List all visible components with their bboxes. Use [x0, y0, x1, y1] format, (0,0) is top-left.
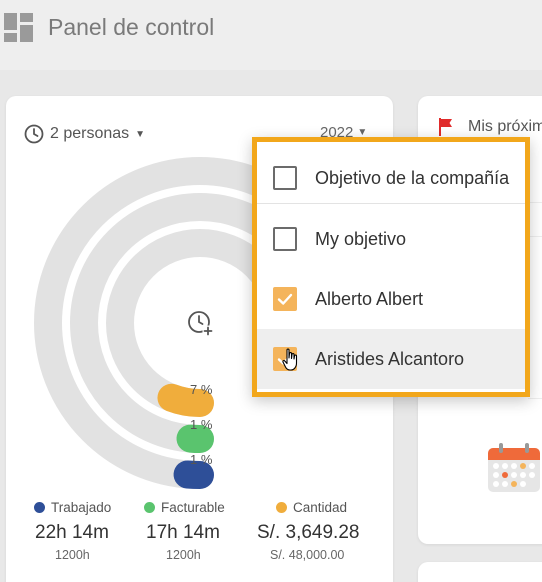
legend-label: Trabajado [51, 500, 112, 515]
flag-icon [439, 118, 452, 136]
divider [528, 202, 542, 203]
option-objetivo-compania[interactable]: Objetivo de la compañía [257, 148, 525, 208]
stat-target-trabajado: 1200h [55, 548, 90, 562]
pct-label-trabajado: 1 % [190, 452, 213, 467]
checkbox-icon[interactable] [273, 166, 297, 190]
legend-dot [144, 502, 155, 513]
secondary-card [418, 562, 542, 582]
clock-plus-icon [188, 311, 214, 337]
divider [528, 398, 542, 399]
divider [257, 203, 525, 204]
legend-dot [34, 502, 45, 513]
legend-dot [276, 502, 287, 513]
calendar-icon [488, 443, 540, 492]
option-label: My objetivo [315, 228, 407, 249]
stat-value-cantidad: S/. 3,649.28 [257, 522, 360, 543]
legend-label: Cantidad [293, 500, 348, 515]
upcoming-title: Mis próxim [468, 118, 542, 135]
pct-label-facturable: 1 % [190, 417, 213, 432]
checkbox-icon[interactable] [273, 287, 297, 311]
hand-cursor-icon [282, 348, 298, 371]
page-title: Panel de control [48, 14, 215, 40]
stat-value-trabajado: 22h 14m [35, 522, 109, 543]
ring-value-trabajado [173, 460, 214, 489]
option-alberto-albert[interactable]: Alberto Albert [257, 269, 525, 329]
top-bar: Panel de control [0, 0, 542, 70]
legend-label: Facturable [161, 500, 225, 515]
divider [528, 236, 542, 237]
pct-label-cantidad: 7 % [190, 382, 213, 397]
legend-facturable: Facturable [144, 500, 225, 515]
legend-trabajado: Trabajado [34, 500, 111, 515]
option-label: Aristides Alcantoro [315, 348, 465, 369]
option-label: Objetivo de la compañía [315, 167, 510, 188]
option-my-objetivo[interactable]: My objetivo [257, 209, 525, 269]
dashboard-grid-icon [4, 13, 33, 42]
stat-value-facturable: 17h 14m [146, 522, 220, 543]
ring-value-cantidad [157, 383, 214, 417]
legend-cantidad: Cantidad [276, 500, 347, 515]
checkbox-icon[interactable] [273, 227, 297, 251]
stat-target-cantidad: S/. 48,000.00 [270, 548, 345, 562]
option-label: Alberto Albert [315, 288, 424, 309]
stat-target-facturable: 1200h [166, 548, 201, 562]
